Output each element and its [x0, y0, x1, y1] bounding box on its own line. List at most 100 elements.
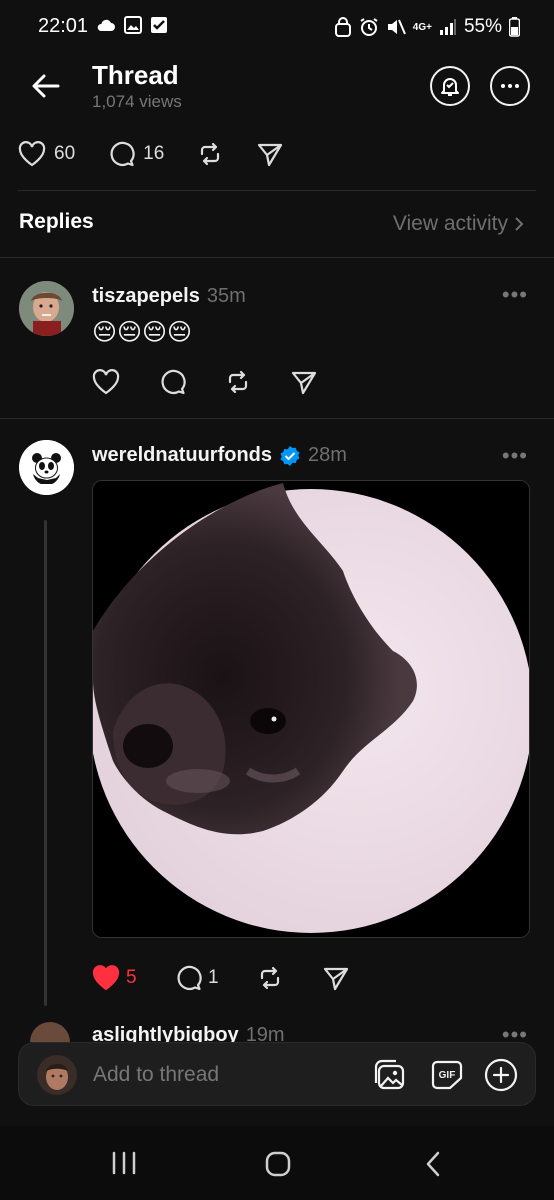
bell-check-icon — [441, 78, 459, 96]
battery-icon — [509, 17, 520, 37]
username[interactable]: aslightlybigboy — [92, 1024, 239, 1042]
reply-meta: tiszapepels 35m — [92, 285, 246, 308]
reply-actions — [92, 368, 318, 396]
avatar[interactable] — [19, 440, 74, 495]
reply-actions: 5 1 — [92, 964, 350, 992]
share-button[interactable] — [256, 140, 284, 168]
divider — [0, 257, 554, 258]
send-icon — [291, 371, 317, 395]
reply-media-image[interactable] — [92, 480, 530, 938]
comment-button[interactable]: 1 — [174, 964, 256, 992]
signal-icon — [439, 19, 456, 35]
back-button[interactable] — [28, 68, 64, 104]
repost-icon — [260, 966, 280, 990]
repost-button[interactable] — [196, 140, 224, 168]
more-options-button[interactable] — [490, 66, 530, 106]
replies-heading: Replies — [19, 210, 94, 233]
notify-button[interactable] — [430, 66, 470, 106]
username[interactable]: wereldnatuurfonds — [92, 444, 272, 467]
username[interactable]: tiszapepels — [92, 285, 200, 308]
view-count: 1,074 views — [92, 92, 182, 111]
avatar[interactable] — [19, 281, 74, 336]
chevron-left-icon — [426, 1151, 440, 1177]
heart-icon — [18, 141, 46, 167]
home-button[interactable] — [264, 1150, 292, 1178]
checkbox-icon — [151, 17, 167, 33]
reply-item: aslightlybigboy 19m ••• — [0, 1020, 554, 1042]
gif-button[interactable]: GIF — [429, 1057, 465, 1093]
plus-circle-icon — [484, 1058, 518, 1092]
timestamp: 28m — [308, 444, 347, 466]
view-activity-link[interactable]: View activity — [393, 212, 524, 236]
composer-placeholder: Add to thread — [93, 1063, 220, 1086]
reply-composer[interactable]: Add to thread GIF — [18, 1042, 536, 1106]
back-nav-button[interactable] — [422, 1150, 446, 1178]
share-button[interactable] — [322, 964, 350, 992]
avatar[interactable] — [30, 1022, 70, 1042]
add-button[interactable] — [483, 1057, 519, 1093]
share-button[interactable] — [290, 368, 318, 396]
mute-icon — [387, 19, 406, 35]
home-icon — [265, 1151, 291, 1177]
send-icon — [323, 967, 349, 991]
page-title: Thread — [92, 60, 179, 90]
like-button[interactable] — [92, 369, 158, 395]
avatar-photo — [19, 281, 74, 336]
like-button[interactable]: 5 — [92, 965, 174, 991]
more-options-button[interactable]: ••• — [502, 1022, 528, 1042]
thread-header: Thread 1,074 views — [0, 56, 554, 120]
reply-text: 😔😔😔😔 — [92, 319, 193, 346]
alarm-icon — [360, 18, 378, 36]
attach-media-button[interactable] — [371, 1057, 407, 1093]
recents-button[interactable] — [110, 1150, 140, 1176]
repost-icon — [201, 142, 220, 166]
heart-icon — [92, 369, 120, 395]
repost-button[interactable] — [256, 964, 322, 992]
gallery-icon — [374, 1059, 405, 1090]
more-options-button[interactable]: ••• — [502, 282, 528, 308]
chevron-right-icon — [515, 217, 524, 231]
recents-icon — [112, 1151, 136, 1175]
repost-icon — [228, 370, 248, 394]
status-left-icons — [96, 16, 168, 34]
status-time: 22:01 — [38, 15, 89, 37]
comment-icon — [161, 369, 186, 395]
gif-icon: GIF — [431, 1060, 463, 1090]
gallery-icon — [124, 16, 142, 34]
network-type: 4G+ — [412, 21, 432, 33]
divider — [18, 190, 536, 191]
like-count: 60 — [54, 143, 76, 164]
divider — [0, 418, 554, 419]
more-dots-icon — [501, 84, 519, 88]
lock-timer-icon — [334, 17, 351, 37]
heart-filled-icon — [92, 965, 120, 991]
repost-button[interactable] — [224, 368, 290, 396]
comment-count: 1 — [208, 967, 219, 988]
more-options-button[interactable]: ••• — [502, 443, 528, 469]
battery-percent: 55% — [463, 16, 502, 37]
comment-button[interactable]: 16 — [107, 140, 164, 168]
thread-line — [44, 520, 47, 1006]
post-actions: 60 16 — [18, 136, 316, 172]
arrow-left-icon — [32, 74, 60, 98]
comment-icon — [110, 141, 135, 167]
reply-item: tiszapepels 35m ••• 😔😔😔😔 — [0, 280, 554, 418]
comment-icon — [177, 965, 202, 991]
like-button[interactable]: 60 — [18, 141, 75, 167]
status-bar: 22:01 4G+ 55% — [0, 0, 554, 56]
comment-button[interactable] — [158, 368, 224, 396]
cloud-icon — [97, 19, 115, 31]
view-activity-label: View activity — [392, 212, 508, 235]
system-nav-bar — [0, 1126, 554, 1200]
reply-meta: wereldnatuurfonds 28m — [92, 444, 347, 467]
verified-badge-icon — [280, 445, 300, 466]
status-right-icons: 4G+ 55% — [334, 16, 520, 38]
my-avatar — [37, 1055, 77, 1095]
reply-meta: aslightlybigboy 19m — [92, 1024, 285, 1042]
media-photo — [93, 481, 529, 937]
avatar-photo — [37, 1055, 77, 1095]
timestamp: 35m — [206, 285, 246, 307]
panda-logo-icon — [19, 440, 74, 495]
timestamp: 19m — [245, 1024, 285, 1042]
svg-text:GIF: GIF — [439, 1070, 456, 1081]
